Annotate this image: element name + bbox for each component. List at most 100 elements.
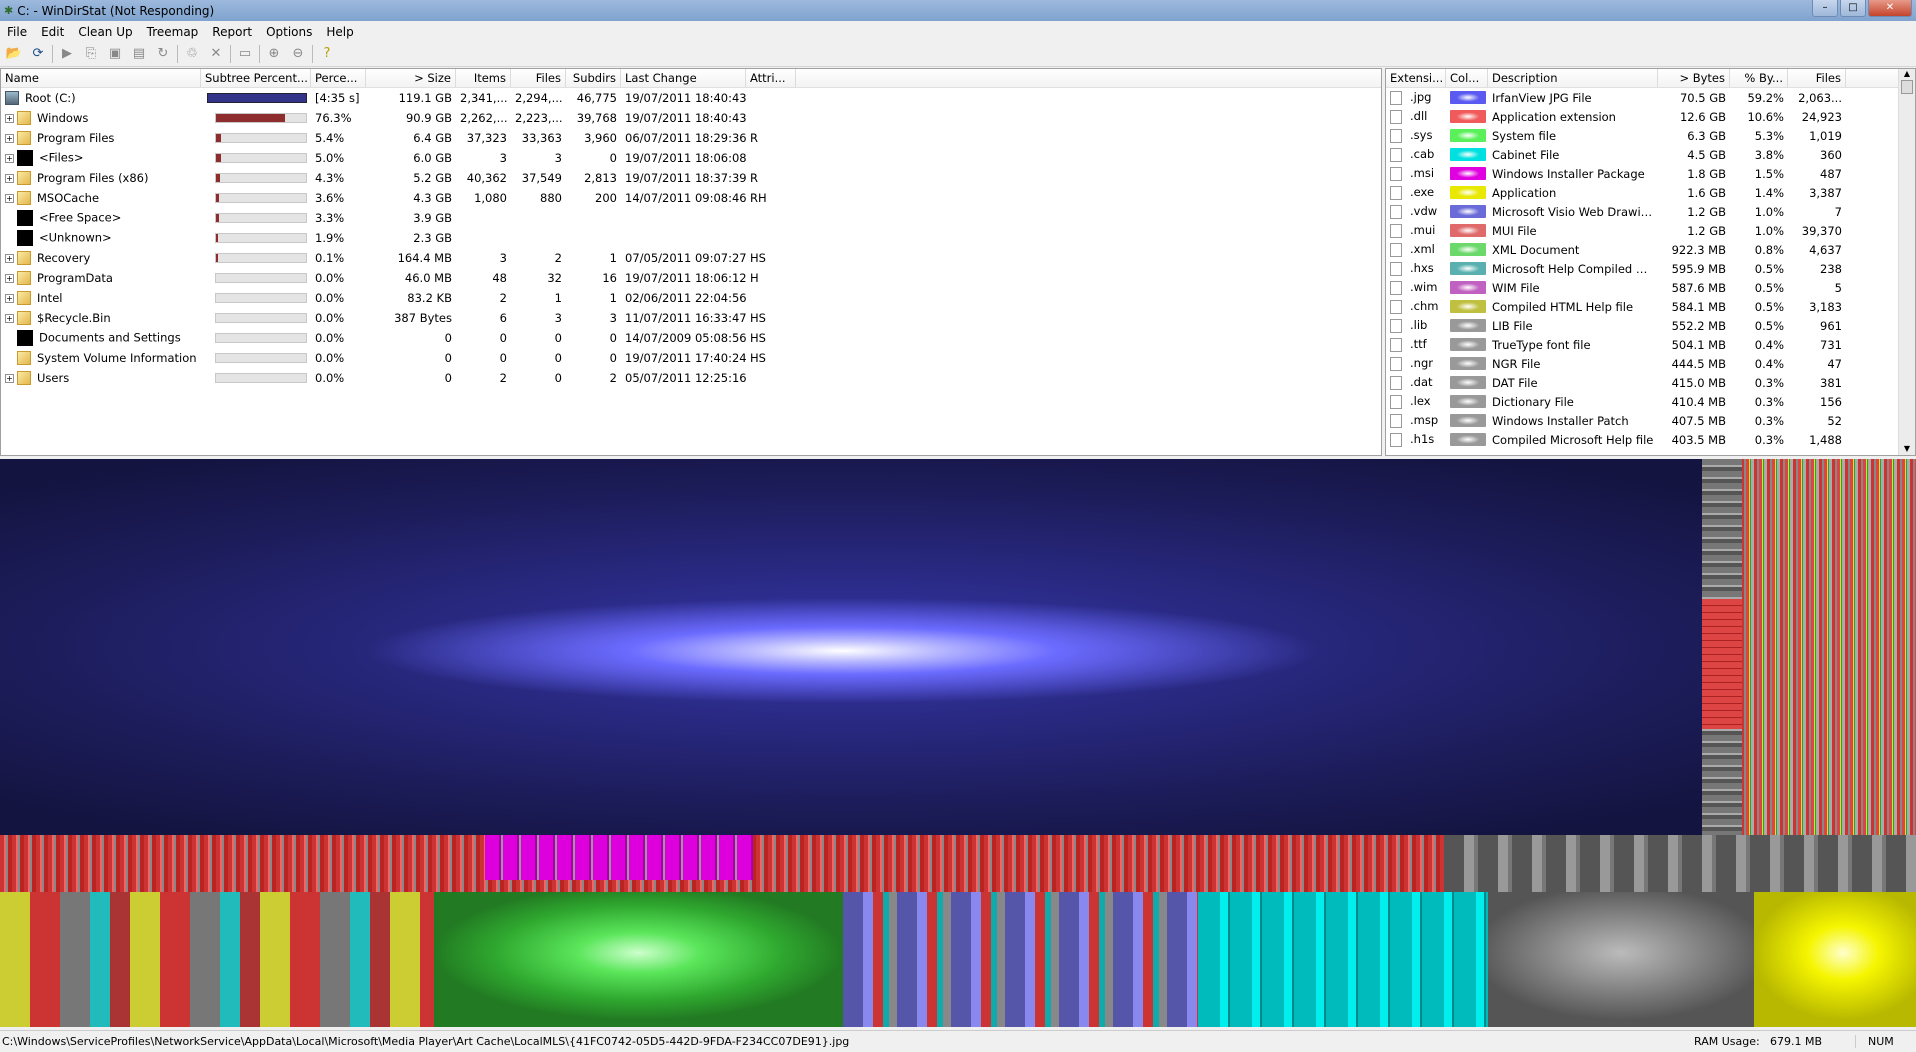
treemap-red-block[interactable] bbox=[1702, 599, 1742, 729]
column-header[interactable]: > Size bbox=[366, 69, 456, 87]
expand-icon[interactable]: + bbox=[5, 153, 14, 163]
tree-row[interactable]: Root (C:) [4:35 s] 119.1 GB 2,341,... 2,294,… bbox=[1, 88, 1381, 108]
expand-icon[interactable]: + bbox=[5, 273, 14, 283]
zoom-in-icon[interactable]: ⊕ bbox=[264, 44, 284, 64]
tree-row[interactable]: Documents and Settings 0.0% 0 0 0 0 14/07/2009… bbox=[1, 328, 1381, 348]
play-icon[interactable]: ▶ bbox=[57, 44, 77, 64]
column-header[interactable]: Perce... bbox=[311, 69, 366, 87]
extension-row[interactable]: .dat DAT File 415.0 MB 0.3% 381 bbox=[1386, 373, 1915, 392]
refresh-icon[interactable]: ⟳ bbox=[28, 44, 48, 64]
cell-date: 05/07/2011 12:25:16 bbox=[625, 371, 746, 385]
treemap-vdw-block[interactable] bbox=[843, 892, 1198, 1027]
column-header[interactable]: > Bytes bbox=[1658, 69, 1730, 87]
menu-help[interactable]: Help bbox=[319, 25, 360, 39]
tree-row[interactable]: + Recovery 0.1% 164.4 MB 3 2 1 07/05/2011 09:07… bbox=[1, 248, 1381, 268]
column-header[interactable]: Files bbox=[511, 69, 566, 87]
extension-row[interactable]: .xml XML Document 922.3 MB 0.8% 4,637 bbox=[1386, 240, 1915, 259]
scrollbar-thumb[interactable] bbox=[1901, 80, 1913, 94]
scrollbar[interactable]: ▲ ▼ bbox=[1898, 69, 1915, 455]
menu-file[interactable]: File bbox=[0, 25, 34, 39]
open-icon[interactable]: 📂 bbox=[4, 44, 24, 64]
extension-row[interactable]: .cab Cabinet File 4.5 GB 3.8% 360 bbox=[1386, 145, 1915, 164]
cell-desc: MUI File bbox=[1492, 223, 1537, 238]
expand-icon[interactable]: + bbox=[5, 173, 14, 183]
expand-icon[interactable]: + bbox=[5, 193, 14, 203]
treemap[interactable] bbox=[0, 459, 1916, 1027]
tree-row[interactable]: System Volume Information 0.0% 0 0 0 0 19/07/2… bbox=[1, 348, 1381, 368]
column-header[interactable]: Subtree Percent... bbox=[201, 69, 311, 87]
cmd-icon[interactable]: ▤ bbox=[129, 44, 149, 64]
copy-icon[interactable]: ⎘ bbox=[81, 44, 101, 64]
tree-row[interactable]: + Users 0.0% 0 2 0 2 05/07/2011 12:25:16 bbox=[1, 368, 1381, 388]
column-header[interactable]: Files bbox=[1788, 69, 1846, 87]
menu-clean-up[interactable]: Clean Up bbox=[71, 25, 139, 39]
column-header[interactable]: % By... bbox=[1730, 69, 1788, 87]
tree-row[interactable]: + ProgramData 0.0% 46.0 MB 48 32 16 19/07/2011 … bbox=[1, 268, 1381, 288]
column-header[interactable]: Items bbox=[456, 69, 511, 87]
tree-row[interactable]: + Program Files 5.4% 6.4 GB 37,323 33,363 3,96… bbox=[1, 128, 1381, 148]
column-header[interactable]: Attri... bbox=[746, 69, 796, 87]
recycle-icon[interactable]: ♲ bbox=[182, 44, 202, 64]
expand-icon[interactable]: + bbox=[5, 113, 14, 123]
minimize-button[interactable]: – bbox=[1812, 0, 1838, 17]
maximize-button[interactable]: □ bbox=[1840, 0, 1866, 17]
extension-row[interactable]: .jpg IrfanView JPG File 70.5 GB 59.2% 2,063.… bbox=[1386, 88, 1915, 107]
treemap-sys-block[interactable] bbox=[434, 892, 843, 1027]
extension-row[interactable]: .chm Compiled HTML Help file 584.1 MB 0.5% 3… bbox=[1386, 297, 1915, 316]
tree-row[interactable]: <Unknown> 1.9% 2.3 GB bbox=[1, 228, 1381, 248]
expand-icon[interactable]: + bbox=[5, 293, 14, 303]
menu-report[interactable]: Report bbox=[205, 25, 259, 39]
column-header[interactable]: Subdirs bbox=[566, 69, 621, 87]
treemap-gray-block[interactable] bbox=[1444, 835, 1916, 892]
column-header[interactable]: Description bbox=[1488, 69, 1658, 87]
treemap-msi-block[interactable] bbox=[485, 835, 753, 880]
tree-row[interactable]: + Program Files (x86) 4.3% 5.2 GB 40,362 37,5… bbox=[1, 168, 1381, 188]
tree-row[interactable]: <Free Space> 3.3% 3.9 GB bbox=[1, 208, 1381, 228]
extension-row[interactable]: .ngr NGR File 444.5 MB 0.4% 47 bbox=[1386, 354, 1915, 373]
treemap-gray-file-block[interactable] bbox=[1488, 892, 1754, 1027]
extension-row[interactable]: .vdw Microsoft Visio Web Drawing 1.2 GB 1.0… bbox=[1386, 202, 1915, 221]
extension-row[interactable]: .ttf TrueType font file 504.1 MB 0.4% 731 bbox=[1386, 335, 1915, 354]
column-header[interactable]: Name bbox=[1, 69, 201, 87]
expand-icon[interactable]: + bbox=[5, 133, 14, 143]
help-icon[interactable]: ? bbox=[317, 44, 337, 64]
extension-row[interactable]: .wim WIM File 587.6 MB 0.5% 5 bbox=[1386, 278, 1915, 297]
extension-row[interactable]: .dll Application extension 12.6 GB 10.6% 24,… bbox=[1386, 107, 1915, 126]
menu-treemap[interactable]: Treemap bbox=[140, 25, 206, 39]
extension-row[interactable]: .msp Windows Installer Patch 407.5 MB 0.3% 5… bbox=[1386, 411, 1915, 430]
treemap-cab-block[interactable] bbox=[1198, 892, 1488, 1027]
tree-row[interactable]: + Intel 0.0% 83.2 KB 2 1 1 02/06/2011 22:04:56 bbox=[1, 288, 1381, 308]
delete-icon[interactable]: ✕ bbox=[206, 44, 226, 64]
extension-row[interactable]: .h1s Compiled Microsoft Help file 403.5 MB… bbox=[1386, 430, 1915, 449]
extension-row[interactable]: .lib LIB File 552.2 MB 0.5% 961 bbox=[1386, 316, 1915, 335]
treemap-mixed-block[interactable] bbox=[0, 892, 434, 1027]
explorer-icon[interactable]: ▣ bbox=[105, 44, 125, 64]
extension-row[interactable]: .sys System file 6.3 GB 5.3% 1,019 bbox=[1386, 126, 1915, 145]
extension-row[interactable]: .mui MUI File 1.2 GB 1.0% 39,370 bbox=[1386, 221, 1915, 240]
extension-row[interactable]: .hxs Microsoft Help Compiled St... 595.9 M… bbox=[1386, 259, 1915, 278]
column-header[interactable]: Extensi... bbox=[1386, 69, 1446, 87]
tree-row[interactable]: + $Recycle.Bin 0.0% 387 Bytes 6 3 3 11/07/2011 … bbox=[1, 308, 1381, 328]
extension-row[interactable]: .exe Application 1.6 GB 1.4% 3,387 bbox=[1386, 183, 1915, 202]
extension-row[interactable]: .msi Windows Installer Package 1.8 GB 1.5% 4… bbox=[1386, 164, 1915, 183]
tree-row[interactable]: + MSOCache 3.6% 4.3 GB 1,080 880 200 14/07/2011… bbox=[1, 188, 1381, 208]
menu-options[interactable]: Options bbox=[259, 25, 319, 39]
refresh-selected-icon[interactable]: ↻ bbox=[153, 44, 173, 64]
column-header[interactable]: Col... bbox=[1446, 69, 1488, 87]
expand-icon[interactable]: + bbox=[5, 373, 14, 383]
zoom-out-icon[interactable]: ⊖ bbox=[288, 44, 308, 64]
treemap-jpg-block[interactable] bbox=[0, 459, 1702, 835]
properties-icon[interactable]: ▭ bbox=[235, 44, 255, 64]
expand-icon[interactable]: + bbox=[5, 253, 14, 263]
cell-pct: 0.0% bbox=[315, 311, 345, 325]
tree-row[interactable]: + Windows 76.3% 90.9 GB 2,262,... 2,223,... 39… bbox=[1, 108, 1381, 128]
treemap-exe-block[interactable] bbox=[1754, 892, 1916, 1027]
tree-row[interactable]: + <Files> 5.0% 6.0 GB 3 3 0 19/07/2011 18:06:08 bbox=[1, 148, 1381, 168]
expand-icon[interactable]: + bbox=[5, 313, 14, 323]
extension-row[interactable]: .lex Dictionary File 410.4 MB 0.3% 156 bbox=[1386, 392, 1915, 411]
close-button[interactable]: ✕ bbox=[1868, 0, 1912, 17]
item-name: $Recycle.Bin bbox=[37, 310, 111, 325]
column-header[interactable]: Last Change bbox=[621, 69, 746, 87]
cell-desc: Windows Installer Patch bbox=[1492, 413, 1629, 428]
menu-edit[interactable]: Edit bbox=[34, 25, 71, 39]
